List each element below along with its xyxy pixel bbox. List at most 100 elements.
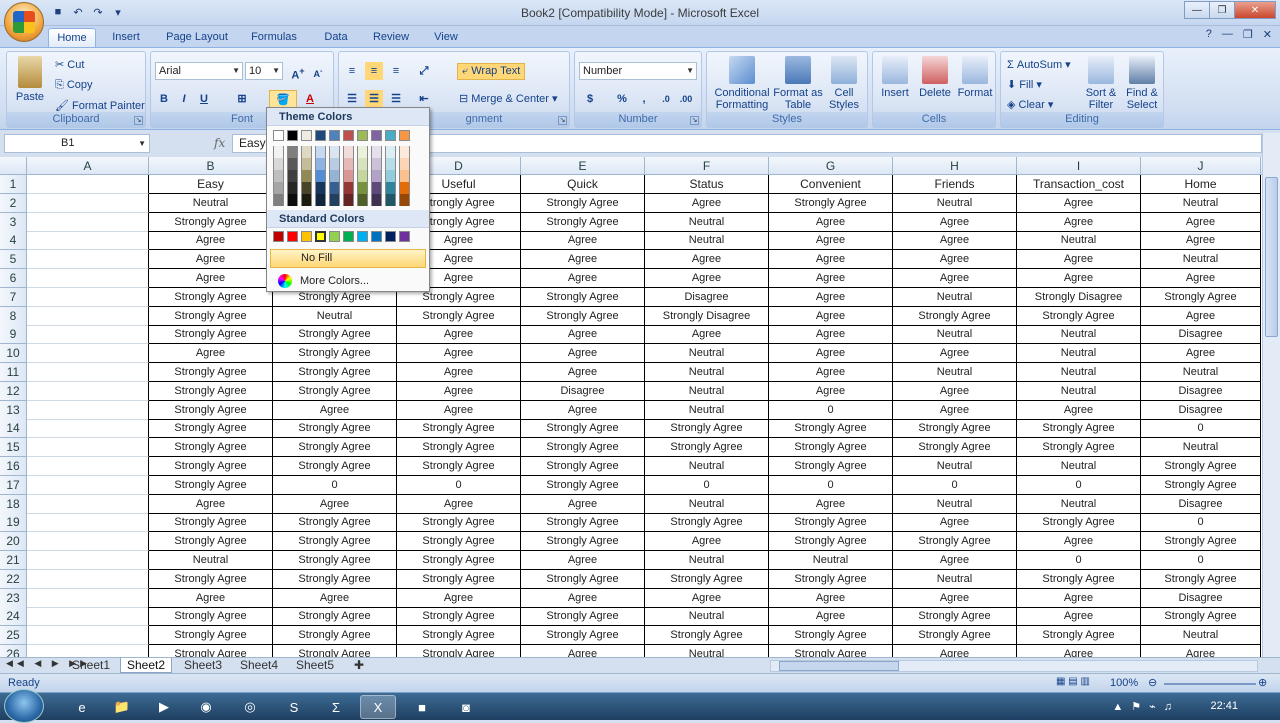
theme-shade-swatch[interactable] [343,182,354,194]
cell-b5[interactable]: Agree [149,250,273,270]
theme-shade-swatch[interactable] [343,158,354,170]
row-header[interactable]: 17 [0,475,27,495]
cell-a2[interactable] [27,193,149,213]
cell-a4[interactable] [27,231,149,251]
cell-j17[interactable]: Strongly Agree [1141,475,1261,495]
insert-function-icon[interactable]: fx [214,136,225,150]
zoom-in-icon[interactable]: ⊕ [1258,676,1267,689]
cell-d23[interactable]: Agree [397,588,521,608]
cell-g8[interactable]: Agree [769,306,893,326]
cell-a8[interactable] [27,306,149,326]
tray-icons[interactable]: ▲⚑⌁♫ [1112,700,1180,713]
cell-d25[interactable]: Strongly Agree [397,626,521,646]
cell-i19[interactable]: Strongly Agree [1017,513,1141,533]
cell-d22[interactable]: Strongly Agree [397,569,521,589]
cell-b2[interactable]: Neutral [149,193,273,213]
theme-color-swatch[interactable] [273,130,284,141]
cell-b7[interactable]: Strongly Agree [149,287,273,307]
cell-e1[interactable]: Quick [521,175,645,194]
row-header[interactable]: 9 [0,325,27,345]
cell-f8[interactable]: Strongly Disagree [645,306,769,326]
cell-g20[interactable]: Strongly Agree [769,532,893,552]
sheet-tab-2[interactable]: Sheet2 [120,658,172,673]
cell-c21[interactable]: Strongly Agree [273,551,397,570]
cell-j15[interactable]: Neutral [1141,438,1261,458]
cell-h9[interactable]: Neutral [893,325,1017,345]
theme-shade-swatch[interactable] [301,182,312,194]
cell-i6[interactable]: Agree [1017,269,1141,288]
cell-b20[interactable]: Strongly Agree [149,532,273,552]
cell-b17[interactable]: Strongly Agree [149,475,273,495]
theme-color-swatch[interactable] [287,130,298,141]
cell-a5[interactable] [27,250,149,270]
theme-shade-swatch[interactable] [287,158,298,170]
cell-b25[interactable]: Strongly Agree [149,626,273,646]
theme-shade-swatch[interactable] [287,146,298,158]
theme-shade-swatch[interactable] [385,170,396,182]
row-header[interactable]: 4 [0,231,27,251]
standard-color-swatch[interactable] [357,231,368,242]
cell-g3[interactable]: Agree [769,212,893,232]
cell-f20[interactable]: Agree [645,532,769,552]
row-header[interactable]: 2 [0,193,27,213]
theme-shade-swatch[interactable] [315,182,326,194]
theme-color-swatch[interactable] [301,130,312,141]
cell-i18[interactable]: Neutral [1017,494,1141,514]
cell-a7[interactable] [27,287,149,307]
row-header[interactable]: 14 [0,419,27,439]
theme-shade-swatch[interactable] [315,170,326,182]
row-header[interactable]: 1 [0,175,27,194]
cell-i21[interactable]: 0 [1017,551,1141,570]
theme-shade-swatch[interactable] [329,170,340,182]
cell-d21[interactable]: Strongly Agree [397,551,521,570]
cell-h14[interactable]: Strongly Agree [893,419,1017,439]
cell-b18[interactable]: Agree [149,494,273,514]
row-header[interactable]: 21 [0,551,27,570]
cell-g24[interactable]: Agree [769,607,893,627]
theme-shade-swatch[interactable] [385,158,396,170]
cell-j24[interactable]: Strongly Agree [1141,607,1261,627]
theme-shade-swatch[interactable] [273,170,284,182]
align-right-icon[interactable]: ☰ [387,90,405,108]
row-header[interactable]: 18 [0,494,27,514]
cell-h5[interactable]: Agree [893,250,1017,270]
no-fill-option[interactable]: No Fill [270,249,426,268]
align-middle-icon[interactable]: ≡ [365,62,383,80]
start-button[interactable] [4,689,44,723]
theme-shade-swatch[interactable] [301,194,312,206]
theme-shade-swatch[interactable] [399,170,410,182]
currency-icon[interactable]: $ [581,90,599,108]
insert-sheet-icon[interactable]: ✚ [348,658,370,673]
zoom-slider[interactable] [1164,683,1256,685]
cell-i20[interactable]: Agree [1017,532,1141,552]
cell-c24[interactable]: Strongly Agree [273,607,397,627]
cell-d8[interactable]: Strongly Agree [397,306,521,326]
wrap-text-button[interactable]: ⤶ Wrap Text [457,63,526,80]
cell-f26[interactable]: Neutral [645,645,769,657]
cell-h21[interactable]: Agree [893,551,1017,570]
cell-f6[interactable]: Agree [645,269,769,288]
cell-f14[interactable]: Strongly Agree [645,419,769,439]
restore-workbook-icon[interactable]: ❐ [1243,28,1253,41]
theme-shade-swatch[interactable] [399,182,410,194]
tab-formulas[interactable]: Formulas [246,28,302,47]
column-header-h[interactable]: H [893,157,1017,175]
office-button[interactable] [4,2,44,42]
cell-h15[interactable]: Strongly Agree [893,438,1017,458]
cut-button[interactable]: ✂ Cut [55,58,84,71]
theme-shade-swatch[interactable] [329,194,340,206]
cell-d24[interactable]: Strongly Agree [397,607,521,627]
sheet-tab-3[interactable]: Sheet3 [178,658,228,673]
row-header[interactable]: 12 [0,381,27,401]
format-painter-button[interactable]: 🖌 Format Painter [55,99,145,112]
standard-color-swatch[interactable] [329,231,340,242]
theme-shade-swatch[interactable] [385,194,396,206]
cell-a12[interactable] [27,381,149,401]
cell-i14[interactable]: Strongly Agree [1017,419,1141,439]
cell-i22[interactable]: Strongly Agree [1017,569,1141,589]
cell-c16[interactable]: Strongly Agree [273,457,397,476]
theme-shade-swatch[interactable] [315,194,326,206]
find-select-button[interactable]: Find & Select [1121,56,1163,111]
cell-c8[interactable]: Neutral [273,306,397,326]
cell-a24[interactable] [27,607,149,627]
